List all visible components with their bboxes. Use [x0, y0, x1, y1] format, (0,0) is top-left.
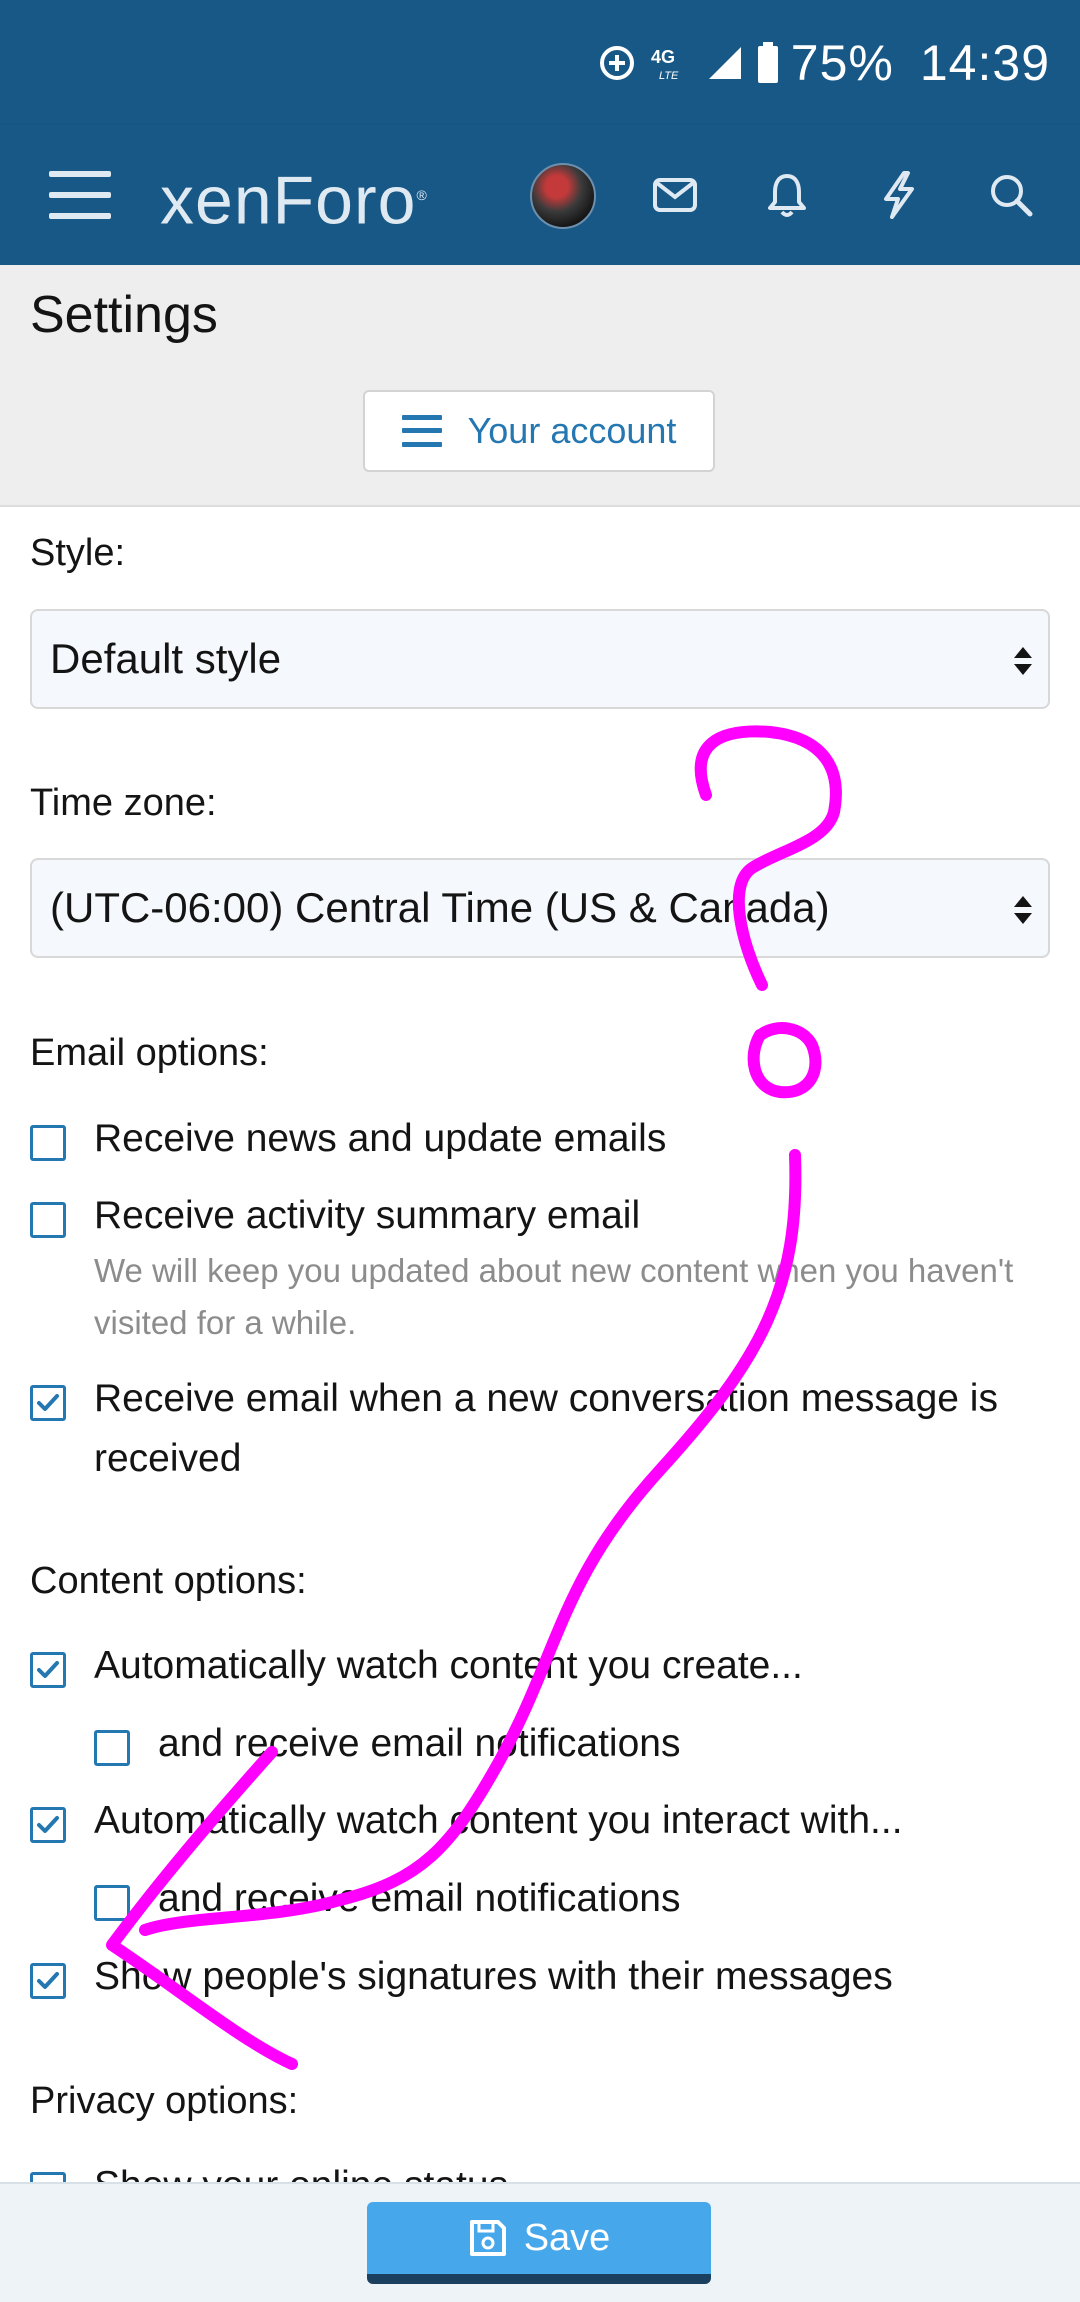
timezone-label: Time zone:: [30, 782, 217, 824]
svg-text:LTE: LTE: [659, 70, 679, 82]
email-news-option[interactable]: Receive news and update emails: [30, 1117, 1050, 1169]
email-summary-hint: We will keep you updated about new conte…: [94, 1252, 1014, 1341]
watch-create-option[interactable]: Automatically watch content you create..…: [30, 1644, 1050, 1696]
search-button[interactable]: [976, 125, 1046, 265]
email-summary-checkbox[interactable]: [30, 1202, 66, 1238]
page-header: Settings Your account: [0, 265, 1080, 507]
alerts-button[interactable]: [752, 125, 822, 265]
watch-interact-label: Automatically watch content you interact…: [94, 1799, 903, 1842]
email-options-label: Email options:: [30, 1032, 269, 1074]
email-conversation-option[interactable]: Receive email when a new conversation me…: [30, 1377, 1050, 1489]
status-bar: 4G LTE 75% 14:39: [0, 0, 1080, 125]
network-4g-icon: 4G LTE: [651, 47, 679, 82]
menu-icon: [49, 171, 111, 219]
email-news-checkbox[interactable]: [30, 1125, 66, 1161]
avatar[interactable]: [530, 163, 596, 229]
lightning-icon: [884, 171, 914, 219]
select-arrows-icon: [1014, 647, 1032, 675]
show-signatures-checkbox[interactable]: [30, 1963, 66, 1999]
email-summary-option[interactable]: Receive activity summary email: [30, 1194, 1050, 1246]
mail-icon: [653, 178, 697, 212]
logo-text: xenForo: [160, 162, 417, 239]
site-logo[interactable]: xenForo®: [160, 155, 428, 239]
privacy-options-label: Privacy options:: [30, 2080, 299, 2122]
top-navbar: xenForo®: [0, 125, 1080, 265]
watch-create-email-checkbox[interactable]: [94, 1730, 130, 1766]
timezone-select-value: (UTC-06:00) Central Time (US & Canada): [50, 884, 830, 931]
email-summary-label: Receive activity summary email: [94, 1194, 641, 1237]
form-footer: Save: [0, 2182, 1080, 2302]
question-dot-annotation: [747, 1022, 822, 1099]
battery-icon: [757, 42, 778, 83]
whats-new-button[interactable]: [864, 125, 934, 265]
save-icon: [469, 2220, 506, 2256]
inbox-button[interactable]: [640, 125, 710, 265]
watch-create-label: Automatically watch content you create..…: [94, 1644, 803, 1687]
menu-icon: [401, 415, 442, 447]
your-account-label: Your account: [467, 410, 677, 451]
sync-icon: [599, 46, 634, 80]
email-news-label: Receive news and update emails: [94, 1117, 667, 1160]
email-conversation-label: Receive email when a new conversation me…: [94, 1377, 998, 1480]
style-label: Style:: [30, 532, 126, 574]
save-label: Save: [523, 2216, 611, 2259]
watch-create-checkbox[interactable]: [30, 1652, 66, 1688]
menu-button[interactable]: [40, 125, 120, 265]
checkmark-icon: [37, 1394, 59, 1411]
battery-percent: 75%: [790, 35, 894, 91]
save-button[interactable]: Save: [367, 2202, 711, 2284]
watch-interact-option[interactable]: Automatically watch content you interact…: [30, 1799, 1050, 1851]
watch-create-email-option[interactable]: and receive email notifications: [94, 1722, 1044, 1774]
watch-interact-checkbox[interactable]: [30, 1807, 66, 1843]
show-signatures-label: Show people's signatures with their mess…: [94, 1955, 893, 1998]
watch-create-email-label: and receive email notifications: [158, 1722, 681, 1765]
signal-icon: [708, 47, 741, 79]
style-select[interactable]: Default style: [30, 609, 1050, 709]
page-title: Settings: [30, 286, 218, 344]
clock: 14:39: [919, 35, 1050, 91]
your-account-button[interactable]: Your account: [363, 390, 715, 472]
content-options-label: Content options:: [30, 1560, 307, 1602]
svg-text:4G: 4G: [651, 47, 675, 67]
watch-interact-email-label: and receive email notifications: [158, 1877, 681, 1920]
search-icon: [991, 175, 1033, 217]
style-select-value: Default style: [50, 635, 282, 682]
email-conversation-checkbox[interactable]: [30, 1385, 66, 1421]
watch-interact-email-checkbox[interactable]: [94, 1885, 130, 1921]
bell-icon: [768, 174, 806, 217]
show-signatures-option[interactable]: Show people's signatures with their mess…: [30, 1955, 1050, 2007]
timezone-select[interactable]: (UTC-06:00) Central Time (US & Canada): [30, 858, 1050, 958]
status-right: 4G LTE 75% 14:39: [597, 28, 1050, 98]
watch-interact-email-option[interactable]: and receive email notifications: [94, 1877, 1044, 1929]
checkmark-icon: [37, 1972, 59, 1989]
checkmark-icon: [37, 1661, 59, 1678]
select-arrows-icon: [1014, 896, 1032, 924]
checkmark-icon: [37, 1816, 59, 1833]
